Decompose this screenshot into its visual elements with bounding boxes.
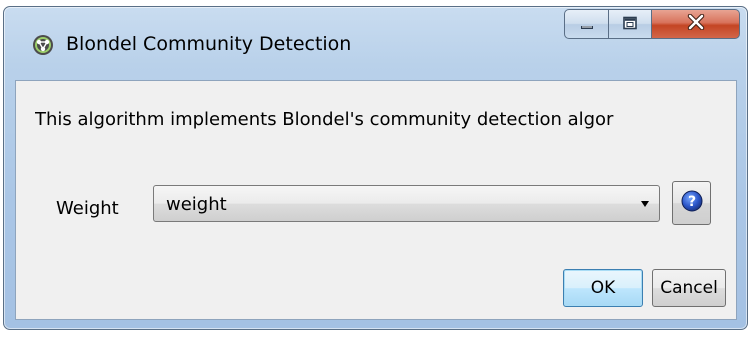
caption-buttons: [564, 9, 740, 41]
title-bar[interactable]: Blondel Community Detection: [4, 7, 747, 81]
cancel-button[interactable]: Cancel: [652, 269, 726, 307]
dialog-content: This algorithm implements Blondel's comm…: [15, 80, 737, 320]
chevron-down-icon: [641, 201, 649, 207]
weight-select[interactable]: weight: [153, 185, 660, 222]
weight-select-value: weight: [166, 194, 227, 215]
window-title: Blondel Community Detection: [66, 33, 352, 55]
help-button[interactable]: ?: [672, 181, 711, 225]
dialog-window: Blondel Community Detection This algorit…: [3, 6, 748, 330]
help-icon: ?: [681, 190, 703, 216]
maximize-icon: [622, 15, 638, 34]
close-button[interactable]: [652, 9, 740, 39]
close-icon: [687, 13, 705, 34]
gephi-logo-icon: [32, 34, 54, 56]
algorithm-description: This algorithm implements Blondel's comm…: [35, 109, 614, 130]
svg-text:?: ?: [687, 194, 695, 210]
minimize-button[interactable]: [564, 9, 609, 39]
weight-label: Weight: [56, 198, 119, 219]
ok-button[interactable]: OK: [563, 269, 643, 307]
minimize-icon: [579, 15, 595, 34]
maximize-button[interactable]: [609, 9, 652, 39]
